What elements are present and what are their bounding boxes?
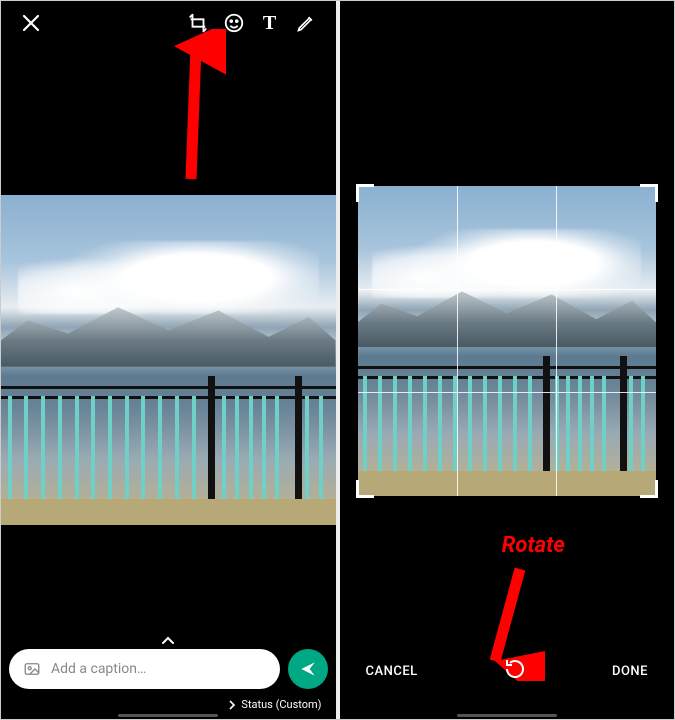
nav-handle (118, 714, 218, 717)
photo-content (1, 195, 336, 525)
caption-input[interactable]: Add a caption… (9, 649, 280, 689)
caption-placeholder: Add a caption… (51, 661, 146, 677)
crop-rotate-icon (187, 12, 209, 34)
cancel-button[interactable]: CANCEL (366, 664, 418, 679)
crop-panel: Rotate CANCEL DONE (338, 1, 675, 719)
caption-row: Add a caption… (9, 649, 328, 689)
recipient-selector[interactable]: Status (Custom) (227, 698, 321, 711)
nav-handle (457, 714, 557, 717)
emoji-icon (223, 12, 245, 34)
crop-grid-line (556, 186, 557, 496)
photo-content (358, 186, 657, 496)
crop-frame[interactable] (358, 186, 657, 496)
status-label: Status (Custom) (241, 698, 321, 711)
annotation-rotate-label: Rotate (502, 533, 565, 558)
send-icon (298, 659, 318, 679)
crop-action-bar: CANCEL DONE (340, 651, 675, 691)
image-preview[interactable] (1, 195, 336, 525)
image-placeholder-icon (23, 660, 41, 678)
draw-tool-button[interactable] (288, 5, 324, 41)
editor-top-toolbar: T (1, 1, 336, 45)
close-button[interactable] (13, 5, 49, 41)
crop-handle-tl[interactable] (356, 184, 374, 202)
done-button[interactable]: DONE (612, 664, 648, 679)
rotate-icon (503, 657, 527, 681)
text-tool-icon: T (263, 12, 276, 35)
chevron-right-icon (227, 700, 237, 710)
annotation-arrow-crop (156, 29, 226, 189)
send-button[interactable] (288, 649, 328, 689)
crop-grid-line (358, 289, 657, 290)
text-tool-button[interactable]: T (252, 5, 288, 41)
pencil-icon (296, 13, 316, 33)
chevron-up-icon (161, 635, 175, 645)
crop-handle-bl[interactable] (356, 480, 374, 498)
editor-panel: T Filters Add a caption… (1, 1, 338, 719)
emoji-button[interactable] (216, 5, 252, 41)
crop-handle-br[interactable] (640, 480, 658, 498)
crop-handle-tr[interactable] (640, 184, 658, 202)
crop-rotate-button[interactable] (180, 5, 216, 41)
crop-grid-line (457, 186, 458, 496)
rotate-button[interactable] (497, 651, 533, 691)
close-icon (22, 14, 40, 32)
crop-grid-line (358, 392, 657, 393)
